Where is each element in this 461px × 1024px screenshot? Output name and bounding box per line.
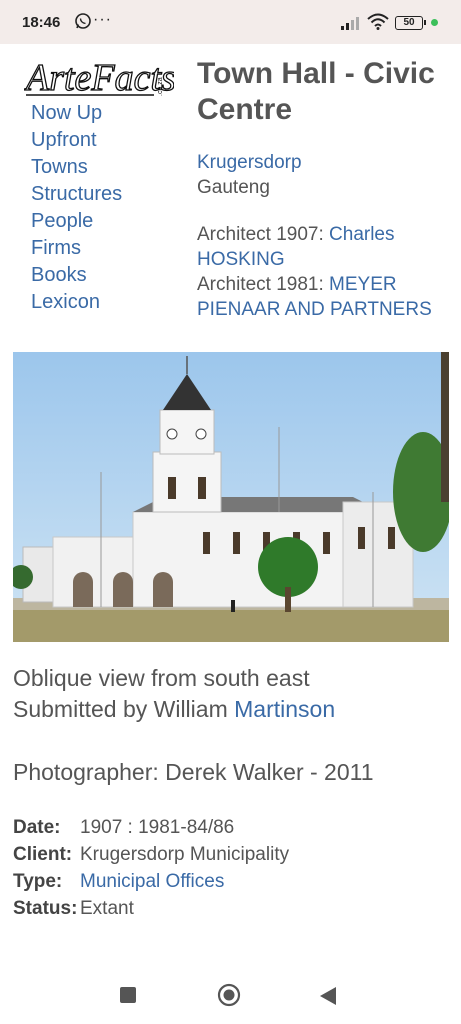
architect-row: Architect 1907: Charles HOSKING	[197, 222, 447, 272]
recents-icon[interactable]	[119, 986, 137, 1004]
type-label: Type:	[13, 871, 63, 892]
client-value: Krugersdorp Municipality	[80, 844, 290, 865]
nav-books[interactable]: Books	[31, 262, 122, 289]
page-title: Town Hall - Civic Centre	[197, 57, 435, 126]
nav-lexicon[interactable]: Lexicon	[31, 289, 122, 316]
detail-row-status: Status: Extant	[13, 895, 289, 922]
detail-row-type: Type: Municipal Offices	[13, 868, 289, 895]
photo-caption: Oblique view from south east Submitted b…	[13, 663, 453, 725]
client-label: Client:	[13, 844, 73, 865]
architect-row: Architect 1981: MEYER PIENAAR AND PARTNE…	[197, 272, 447, 322]
privacy-indicator	[431, 19, 438, 26]
status-label: Status:	[13, 898, 78, 919]
caption-text: Oblique view from south east	[13, 665, 310, 691]
date-value: 1907 : 1981-84/86	[80, 817, 235, 838]
nav-people[interactable]: People	[31, 208, 122, 235]
nav-firms[interactable]: Firms	[31, 235, 122, 262]
nav-upfront[interactable]: Upfront	[31, 127, 122, 154]
wifi-icon	[367, 13, 389, 30]
architects: Architect 1907: Charles HOSKING Architec…	[197, 222, 447, 322]
architect-label: Architect 1981:	[197, 274, 330, 295]
status-bar: 18:46 ··· 50	[0, 0, 461, 44]
back-icon[interactable]	[319, 986, 337, 1006]
home-icon[interactable]	[217, 983, 241, 1007]
whatsapp-icon	[75, 13, 91, 29]
more-notifications-icon: ···	[93, 11, 112, 28]
site-nav: Now Up Upfront Towns Structures People F…	[31, 100, 122, 316]
location: Krugersdorp Gauteng	[197, 150, 302, 200]
photographer-credit: Photographer: Derek Walker - 2011	[13, 759, 374, 785]
battery-icon: 50	[395, 16, 426, 30]
town-link[interactable]: Krugersdorp	[197, 152, 302, 173]
building-photo[interactable]	[13, 352, 449, 642]
status-value: Extant	[80, 898, 134, 919]
date-label: Date:	[13, 817, 61, 838]
nav-towns[interactable]: Towns	[31, 154, 122, 181]
signal-icon	[341, 17, 359, 30]
submitted-label: Submitted by William	[13, 696, 235, 722]
building-details: Date: 1907 : 1981-84/86 Client: Krugersd…	[13, 814, 289, 922]
detail-row-client: Client: Krugersdorp Municipality	[13, 841, 289, 868]
detail-row-date: Date: 1907 : 1981-84/86	[13, 814, 289, 841]
svg-text:ArteFacts: ArteFacts	[24, 57, 174, 99]
svg-text:.co.za: .co.za	[157, 77, 164, 96]
nav-structures[interactable]: Structures	[31, 181, 122, 208]
artefacts-logo[interactable]: ArteFacts .co.za	[24, 52, 174, 100]
type-link[interactable]: Municipal Offices	[80, 868, 224, 895]
submitter-link[interactable]: Martinson	[234, 696, 335, 722]
architect-label: Architect 1907:	[197, 224, 330, 245]
province-text: Gauteng	[197, 177, 270, 198]
system-nav-bar	[0, 968, 461, 1024]
status-time: 18:46	[22, 14, 61, 31]
nav-now-up[interactable]: Now Up	[31, 100, 122, 127]
